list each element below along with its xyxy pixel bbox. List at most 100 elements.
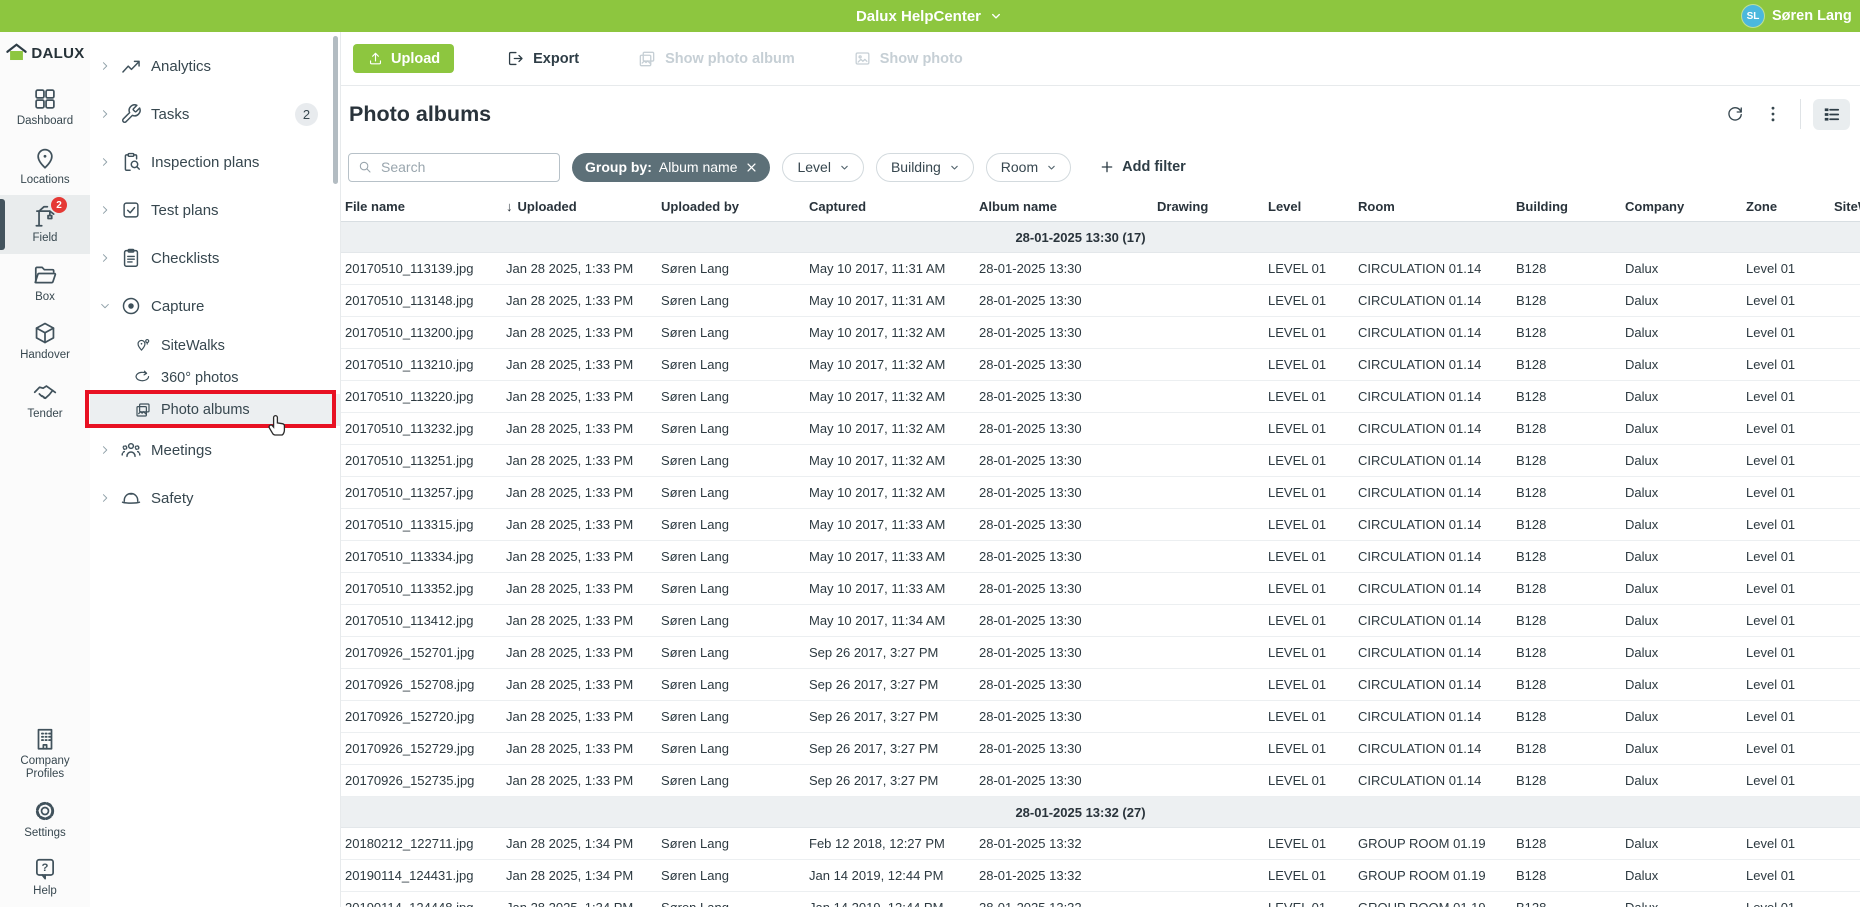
table-row[interactable]: 20170510_113220.jpgJan 28 2025, 1:33 PMS… [341,381,1860,413]
column-header-file-name[interactable]: File name [345,192,405,222]
cell-company: Dalux [1625,477,1658,508]
cell-uploaded-by: Søren Lang [661,701,729,732]
chevron-right-icon [98,443,112,457]
column-header-sitewalk[interactable]: SiteWalk [1834,192,1860,222]
group-by-chip[interactable]: Group by: Album name [572,153,770,182]
rail-item-tender[interactable]: Tender [0,371,90,430]
column-header-room[interactable]: Room [1358,192,1395,222]
refresh-button[interactable] [1720,99,1750,129]
rail-item-field[interactable]: 2Field [0,195,90,254]
sidebar-item-test-plans[interactable]: Test plans [90,186,340,234]
column-header-captured[interactable]: Captured [809,192,866,222]
refresh-icon [1725,104,1745,124]
sidebar-item-360-photos[interactable]: 360° photos [90,362,340,394]
sidebar-item-tasks[interactable]: Tasks2 [90,90,340,138]
table-row[interactable]: 20170510_113352.jpgJan 28 2025, 1:33 PMS… [341,573,1860,605]
cell-room: CIRCULATION 01.14 [1358,669,1481,700]
cell-captured: Sep 26 2017, 3:27 PM [809,765,938,796]
table-row[interactable]: 20170926_152701.jpgJan 28 2025, 1:33 PMS… [341,637,1860,669]
user-menu[interactable]: SL Søren Lang [1742,0,1852,32]
table-row[interactable]: 20170926_152720.jpgJan 28 2025, 1:33 PMS… [341,701,1860,733]
filter-pill-level[interactable]: Level [782,153,863,182]
rail-item-locations[interactable]: Locations [0,137,90,196]
table-row[interactable]: 20170510_113232.jpgJan 28 2025, 1:33 PMS… [341,413,1860,445]
rail-item-box[interactable]: Box [0,254,90,313]
filter-pill-room[interactable]: Room [986,153,1071,182]
upload-button[interactable]: Upload [353,44,454,73]
rail-item-handover[interactable]: Handover [0,312,90,371]
table-row[interactable]: 20190114_124431.jpgJan 28 2025, 1:34 PMS… [341,860,1860,892]
cell-captured: May 10 2017, 11:32 AM [809,381,945,412]
table-row[interactable]: 20170510_113412.jpgJan 28 2025, 1:33 PMS… [341,605,1860,637]
rail-item-settings[interactable]: Settings [0,790,90,849]
sidebar-item-checklists[interactable]: Checklists [90,234,340,282]
table-row[interactable]: 20170510_113257.jpgJan 28 2025, 1:33 PMS… [341,477,1860,509]
table-row[interactable]: 20190114_124448.jpgJan 28 2025, 1:34 PMS… [341,892,1860,907]
group-header-row[interactable]: 28-01-2025 13:32 (27) [341,797,1860,828]
group-header-row[interactable]: 28-01-2025 13:30 (17) [341,222,1860,253]
filter-pill-building[interactable]: Building [876,153,974,182]
cell-room: CIRCULATION 01.14 [1358,413,1481,444]
cell-album-name: 28-01-2025 13:30 [979,637,1082,668]
show-photo-button[interactable]: Show photo [847,48,969,69]
cell-level: LEVEL 01 [1268,445,1326,476]
analytics-icon [120,55,142,77]
dalux-logo[interactable]: DALUX [5,42,84,65]
column-header-album-name[interactable]: Album name [979,192,1057,222]
table-row[interactable]: 20170510_113148.jpgJan 28 2025, 1:33 PMS… [341,285,1860,317]
cell-captured: Sep 26 2017, 3:27 PM [809,701,938,732]
cell-uploaded: Jan 28 2025, 1:33 PM [506,669,633,700]
table-row[interactable]: 20170926_152729.jpgJan 28 2025, 1:33 PMS… [341,733,1860,765]
add-filter-button[interactable]: Add filter [1093,158,1192,176]
sidebar-item-capture[interactable]: Capture [90,282,340,330]
table-row[interactable]: 20170510_113210.jpgJan 28 2025, 1:33 PMS… [341,349,1860,381]
table-row[interactable]: 20170926_152708.jpgJan 28 2025, 1:33 PMS… [341,669,1860,701]
table-row[interactable]: 20170510_113200.jpgJan 28 2025, 1:33 PMS… [341,317,1860,349]
export-button[interactable]: Export [500,48,585,69]
column-header-uploaded[interactable]: ↓Uploaded [506,192,577,222]
cell-company: Dalux [1625,253,1658,284]
cell-uploaded-by: Søren Lang [661,765,729,796]
rail-item-dashboard[interactable]: Dashboard [0,78,90,137]
list-view-toggle[interactable] [1813,99,1850,130]
more-options-button[interactable] [1758,99,1788,129]
avatar: SL [1742,5,1764,27]
cell-uploaded-by: Søren Lang [661,253,729,284]
sidebar-item-meetings[interactable]: Meetings [90,426,340,474]
table-row[interactable]: 20170926_152735.jpgJan 28 2025, 1:33 PMS… [341,765,1860,797]
rail-item-help[interactable]: ?Help [0,848,90,907]
cell-level: LEVEL 01 [1268,701,1326,732]
column-header-zone[interactable]: Zone [1746,192,1777,222]
rail-item-company-profiles[interactable]: Company Profiles [0,718,90,790]
column-header-company[interactable]: Company [1625,192,1684,222]
cell-company: Dalux [1625,413,1658,444]
sidebar-item-photo-albums[interactable]: Photo albums [90,394,340,426]
cell-uploaded: Jan 28 2025, 1:34 PM [506,828,633,859]
table-row[interactable]: 20170510_113251.jpgJan 28 2025, 1:33 PMS… [341,445,1860,477]
cell-zone: Level 01 [1746,541,1795,572]
sidebar-item-safety[interactable]: Safety [90,474,340,522]
show-photo-album-button[interactable]: Show photo album [631,48,801,70]
column-header-level[interactable]: Level [1268,192,1301,222]
column-header-building[interactable]: Building [1516,192,1568,222]
sidebar-item-sitewalks[interactable]: SiteWalks [90,330,340,362]
tasks-icon [120,103,142,125]
sidebar-item-inspection-plans[interactable]: Inspection plans [90,138,340,186]
close-icon[interactable] [744,160,759,175]
search-input[interactable] [379,158,551,176]
cell-captured: May 10 2017, 11:32 AM [809,445,945,476]
refresh-icon [1725,104,1745,124]
column-header-uploaded-by[interactable]: Uploaded by [661,192,739,222]
sidebar-item-analytics[interactable]: Analytics [90,42,340,90]
workspace-switcher[interactable]: Dalux HelpCenter [856,8,1004,25]
kebab-menu-icon [1763,104,1783,124]
table-row[interactable]: 20170510_113139.jpgJan 28 2025, 1:33 PMS… [341,253,1860,285]
column-header-drawing[interactable]: Drawing [1157,192,1208,222]
table-row[interactable]: 20180212_122711.jpgJan 28 2025, 1:34 PMS… [341,828,1860,860]
table-row[interactable]: 20170510_113334.jpgJan 28 2025, 1:33 PMS… [341,541,1860,573]
caret-down-icon [988,8,1004,24]
table-row[interactable]: 20170510_113315.jpgJan 28 2025, 1:33 PMS… [341,509,1860,541]
cell-company: Dalux [1625,637,1658,668]
sidebar-item-label: Meetings [151,442,212,459]
cell-level: LEVEL 01 [1268,573,1326,604]
